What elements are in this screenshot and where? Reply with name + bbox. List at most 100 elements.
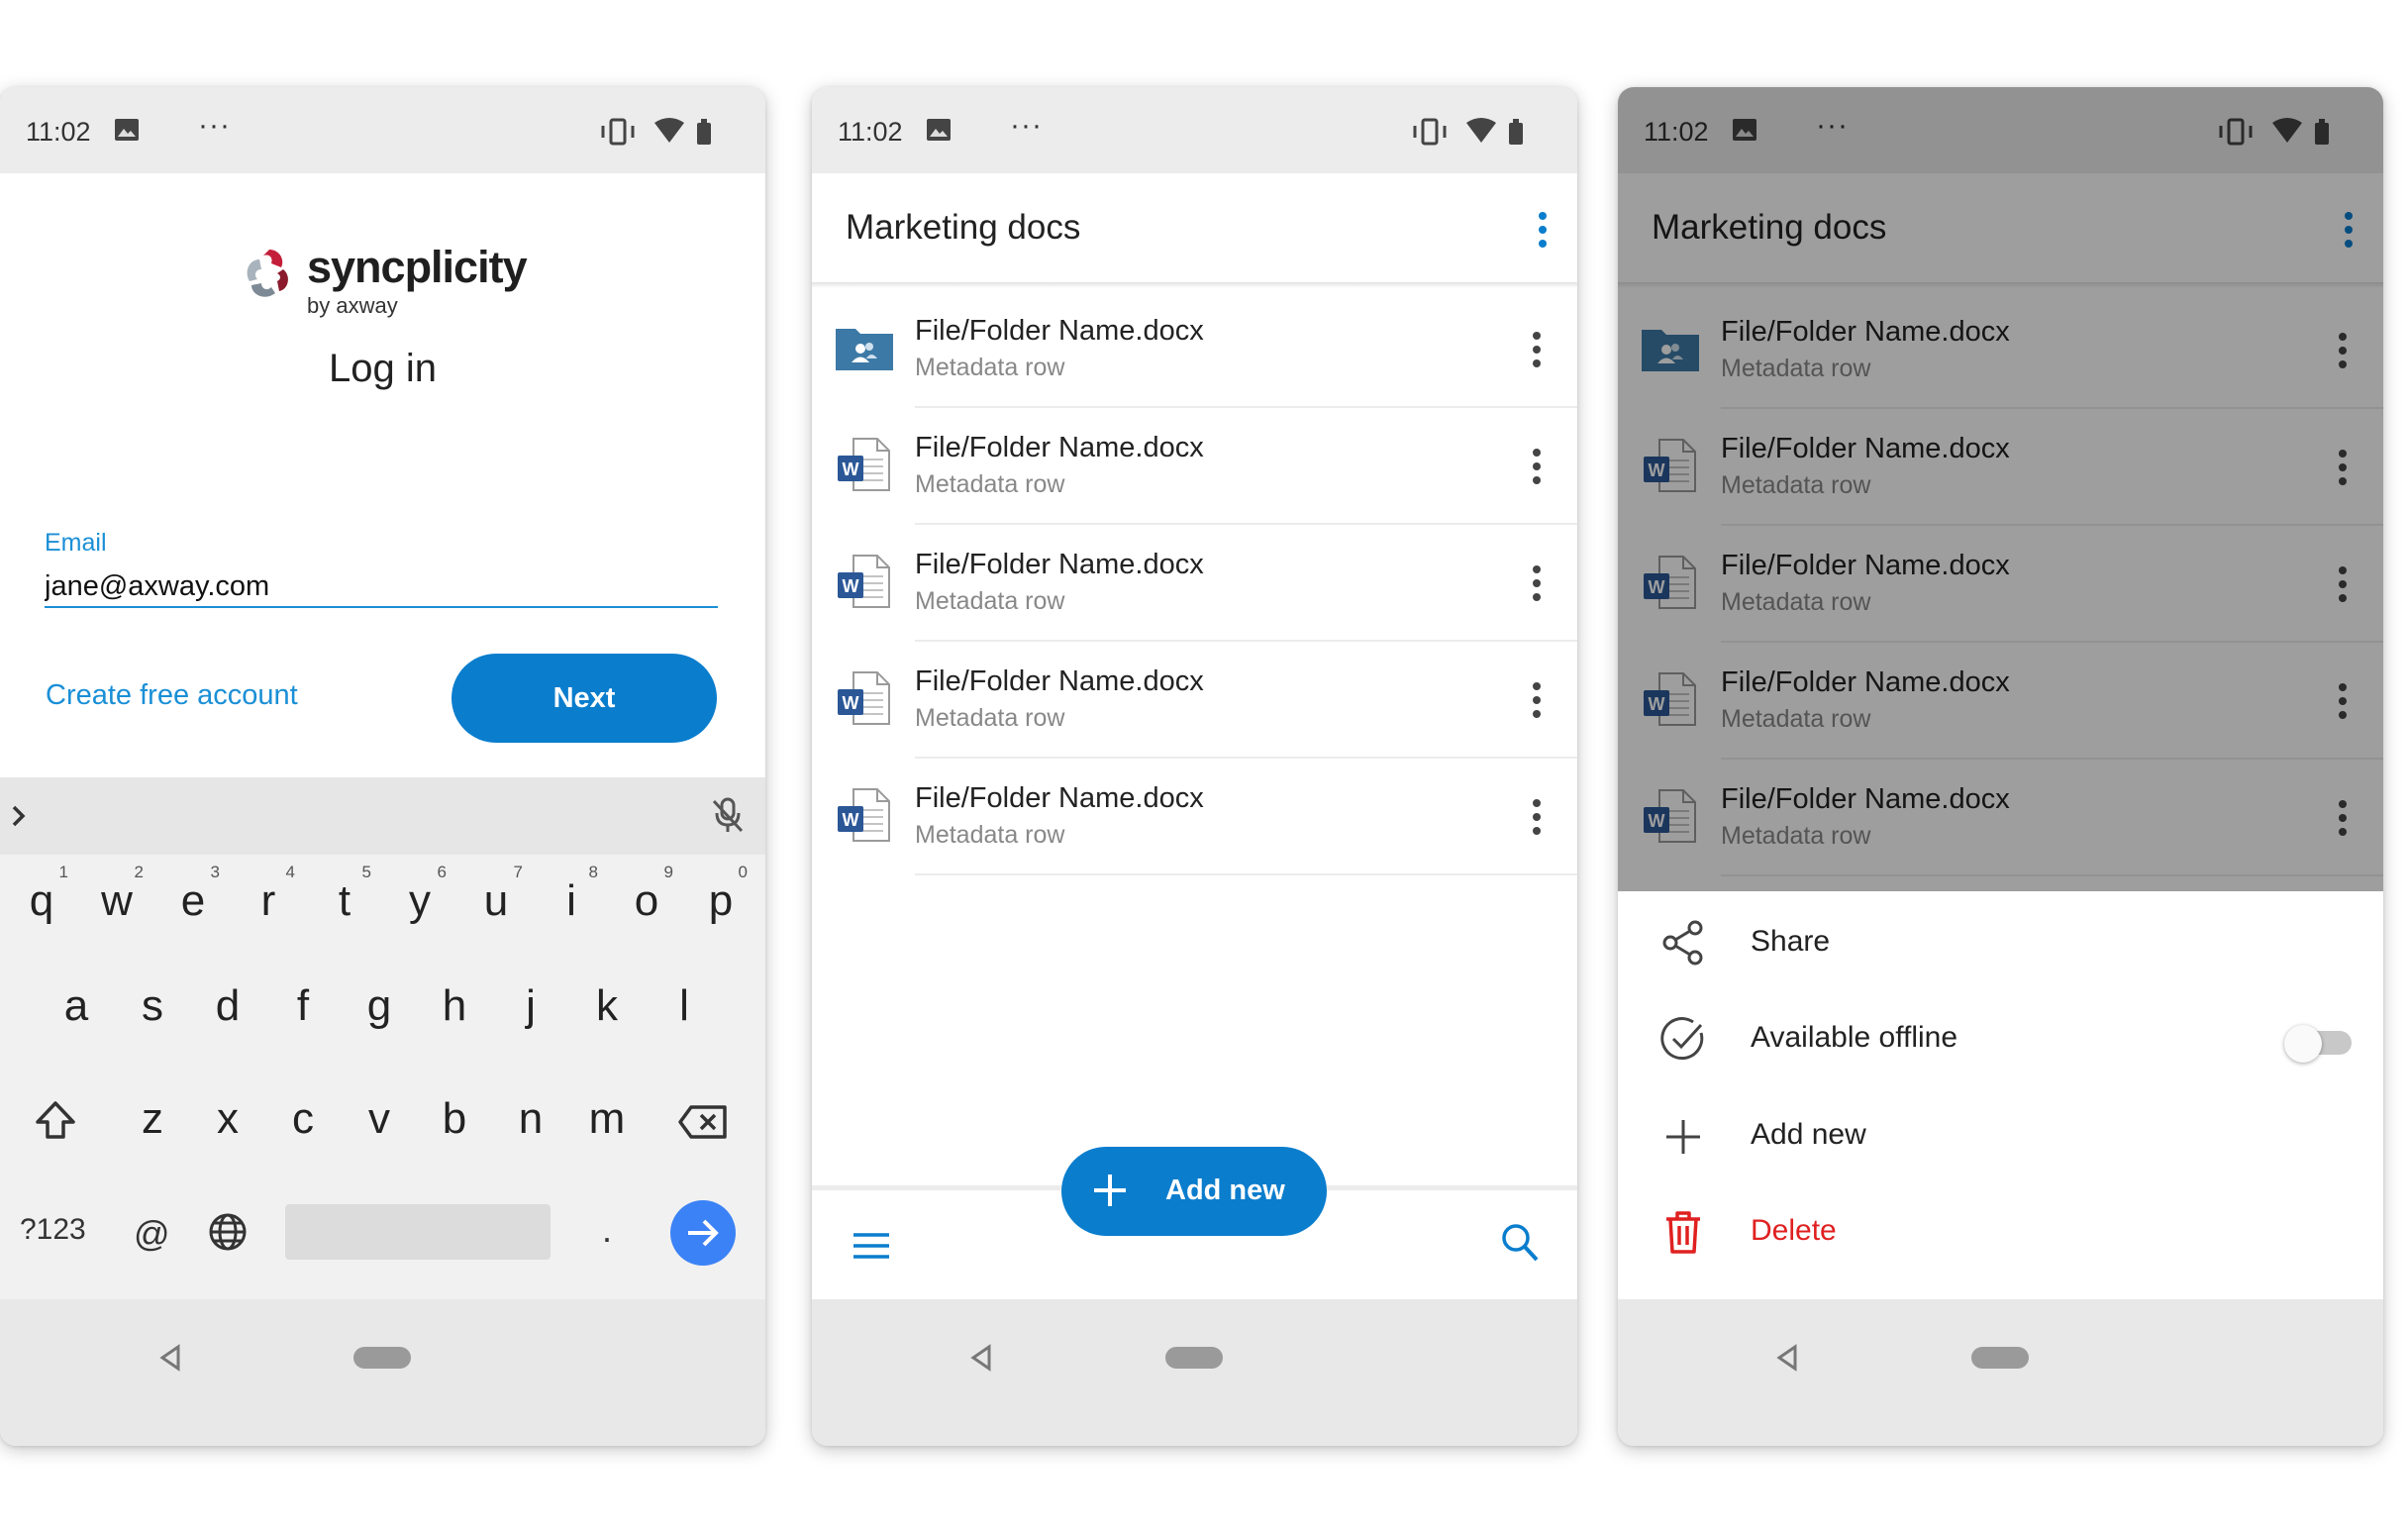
key-y[interactable]: y6 [385, 863, 454, 926]
more-vert-icon[interactable] [1532, 448, 1542, 485]
available-offline-toggle[interactable] [2284, 1025, 2352, 1063]
key-l[interactable]: l [650, 981, 719, 1031]
key-u[interactable]: u7 [461, 863, 531, 926]
keyboard-suggestion-bar [0, 777, 765, 855]
soft-keyboard: q1w2e3r4t5y6u7i8o9p0asdfghjklzxcvbnm ?12… [0, 777, 765, 1299]
key-label: v [368, 1094, 390, 1143]
back-icon[interactable] [967, 1343, 995, 1373]
key-r[interactable]: r4 [234, 863, 303, 926]
search-icon[interactable] [1500, 1222, 1540, 1264]
more-vert-icon[interactable] [1538, 211, 1548, 249]
key-v[interactable]: v [345, 1094, 414, 1144]
key-number-hint: 3 [210, 863, 220, 881]
share-action[interactable]: Share [1618, 901, 2383, 980]
key-number-hint: 6 [437, 863, 447, 881]
spacebar[interactable] [285, 1204, 551, 1260]
key-label: c [292, 1094, 314, 1143]
symbols-key[interactable]: ?123 [20, 1213, 86, 1247]
available-offline-action[interactable]: Available offline [1618, 997, 2383, 1076]
share-label: Share [1751, 925, 1831, 958]
file-metadata: Metadata row [915, 704, 1065, 732]
key-a[interactable]: a [42, 981, 111, 1031]
key-label: n [518, 1094, 544, 1143]
home-button[interactable] [1971, 1347, 2029, 1369]
list-item[interactable]: W File/Folder Name.docx Metadata row [812, 759, 1577, 875]
key-q[interactable]: q1 [7, 863, 76, 926]
home-button[interactable] [353, 1347, 411, 1369]
key-number-hint: 7 [513, 863, 523, 881]
back-icon[interactable] [156, 1343, 184, 1373]
add-new-button[interactable]: Add new [1061, 1147, 1327, 1236]
shift-icon[interactable] [34, 1100, 77, 1140]
key-s[interactable]: s [118, 981, 187, 1031]
image-notification-icon [927, 119, 951, 141]
key-d[interactable]: d [193, 981, 262, 1031]
file-metadata: Metadata row [915, 354, 1065, 381]
file-name: File/Folder Name.docx [915, 782, 1204, 814]
at-key[interactable]: @ [134, 1213, 170, 1255]
key-label: o [634, 876, 659, 925]
add-new-label: Add new [1751, 1118, 1866, 1151]
brand-name: syncplicity [307, 242, 528, 292]
key-label: t [338, 876, 351, 925]
key-label: r [260, 876, 276, 925]
delete-action[interactable]: Delete [1618, 1190, 2383, 1270]
home-button[interactable] [1165, 1347, 1223, 1369]
add-new-action[interactable]: Add new [1618, 1094, 2383, 1174]
globe-icon[interactable] [208, 1212, 248, 1252]
image-notification-icon [115, 119, 139, 141]
more-vert-icon[interactable] [1532, 798, 1542, 836]
system-status-icons [1413, 118, 1523, 146]
more-vert-icon[interactable] [1532, 681, 1542, 719]
status-time: 11:02 [26, 117, 91, 147]
key-c[interactable]: c [268, 1094, 338, 1144]
back-icon[interactable] [1773, 1343, 1801, 1373]
key-number-hint: 8 [588, 863, 598, 881]
key-label: x [217, 1094, 239, 1143]
key-number-hint: 2 [134, 863, 144, 881]
toggle-knob [2284, 1025, 2322, 1063]
row-divider [915, 873, 1577, 875]
key-m[interactable]: m [572, 1094, 642, 1144]
mic-off-icon[interactable] [708, 795, 748, 835]
email-field[interactable] [45, 566, 718, 608]
arrow-right-icon [688, 1219, 719, 1247]
key-label: y [409, 876, 431, 925]
key-o[interactable]: o9 [612, 863, 681, 926]
key-label: h [442, 981, 467, 1030]
key-g[interactable]: g [345, 981, 414, 1031]
backspace-icon[interactable] [677, 1104, 729, 1140]
key-f[interactable]: f [268, 981, 338, 1031]
file-list-screen: 11:02 ··· Marketing docs File/Folder Nam… [812, 87, 1577, 1446]
enter-button[interactable] [670, 1200, 736, 1266]
more-vert-icon[interactable] [1532, 564, 1542, 602]
key-j[interactable]: j [496, 981, 565, 1031]
list-item[interactable]: File/Folder Name.docx Metadata row [812, 291, 1577, 408]
create-account-link[interactable]: Create free account [46, 679, 298, 712]
key-e[interactable]: e3 [158, 863, 228, 926]
key-t[interactable]: t5 [310, 863, 379, 926]
key-i[interactable]: i8 [537, 863, 606, 926]
key-x[interactable]: x [193, 1094, 262, 1144]
key-h[interactable]: h [420, 981, 489, 1031]
key-p[interactable]: p0 [686, 863, 755, 926]
menu-icon[interactable] [852, 1230, 891, 1262]
period-key[interactable]: . [602, 1209, 612, 1251]
key-b[interactable]: b [420, 1094, 489, 1144]
list-item[interactable]: W File/Folder Name.docx Metadata row [812, 408, 1577, 525]
add-new-label: Add new [1165, 1175, 1285, 1206]
chevron-right-icon[interactable] [8, 801, 30, 831]
word-doc-icon: W [834, 786, 895, 844]
key-number-hint: 4 [285, 863, 295, 881]
login-screen: 11:02 ··· syncplicity by axway Log in Em… [0, 87, 765, 1446]
scrim-overlay[interactable] [1618, 87, 2383, 891]
key-n[interactable]: n [496, 1094, 565, 1144]
list-item[interactable]: W File/Folder Name.docx Metadata row [812, 642, 1577, 759]
more-vert-icon[interactable] [1532, 331, 1542, 368]
next-button[interactable]: Next [452, 654, 717, 743]
key-k[interactable]: k [572, 981, 642, 1031]
list-item[interactable]: W File/Folder Name.docx Metadata row [812, 525, 1577, 642]
word-doc-icon: W [834, 436, 895, 493]
key-z[interactable]: z [118, 1094, 187, 1144]
key-w[interactable]: w2 [82, 863, 151, 926]
